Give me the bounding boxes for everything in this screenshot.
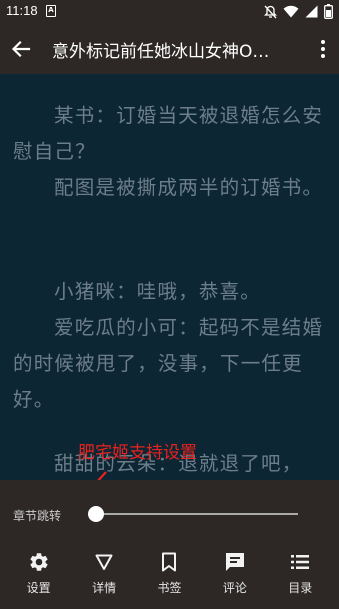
app-notification-icon: A	[46, 5, 56, 17]
more-vertical-icon	[321, 40, 325, 58]
paragraph: 某书：订婚当天被退婚怎么安慰自己？	[13, 104, 324, 163]
nav-label: 书签	[157, 581, 182, 595]
nav-item-toc[interactable]: 目录	[270, 542, 330, 609]
paragraph: 小猪咪：哇哦，恭喜。	[54, 280, 262, 303]
comment-icon	[225, 553, 244, 571]
arrow-left-icon	[11, 40, 31, 58]
bottom-panel: 章节跳转 设置 详情 书签 评论 目录	[0, 480, 339, 609]
gear-icon	[30, 553, 48, 571]
signal-icon	[305, 5, 318, 18]
back-button[interactable]	[8, 36, 34, 62]
book-title: 意外标记前任她冰山女神O…	[52, 42, 270, 62]
nav-item-details[interactable]: 详情	[74, 542, 134, 609]
status-time: 11:18	[6, 3, 38, 18]
top-toolbar: 意外标记前任她冰山女神O…	[0, 24, 339, 74]
nav-item-bookmark[interactable]: 书签	[139, 542, 199, 609]
annotation-text: 肥宅姬支持设置	[78, 443, 197, 463]
chapter-slider-thumb[interactable]	[88, 506, 104, 522]
nav-label: 目录	[288, 581, 313, 595]
nav-label: 详情	[92, 581, 117, 595]
bookmark-icon	[162, 552, 177, 572]
paragraph: 爱吃瓜的小可：起码不是结婚的时候被甩了，没事，下一任更好。	[13, 316, 324, 411]
bottom-nav: 设置 详情 书签 评论 目录	[0, 542, 339, 609]
more-options-button[interactable]	[317, 37, 329, 61]
nav-label: 设置	[26, 581, 51, 595]
nav-label: 评论	[222, 581, 247, 595]
status-bar: 11:18 A	[0, 0, 339, 24]
triangle-down-icon	[95, 554, 113, 570]
notifications-off-icon	[264, 5, 277, 18]
nav-item-comments[interactable]: 评论	[205, 542, 265, 609]
nav-item-settings[interactable]: 设置	[9, 542, 69, 609]
chapter-jump-label: 章节跳转	[13, 509, 62, 523]
status-icons	[264, 4, 333, 19]
paragraph: 配图是被撕成两半的订婚书。	[54, 176, 324, 199]
battery-icon	[324, 4, 333, 19]
list-icon	[291, 555, 310, 569]
chapter-slider-track[interactable]	[96, 513, 298, 515]
reading-area[interactable]: 某书：订婚当天被退婚怎么安慰自己？ 配图是被撕成两半的订婚书。 小猪咪：哇哦，恭…	[0, 74, 339, 480]
wifi-icon	[283, 5, 299, 18]
